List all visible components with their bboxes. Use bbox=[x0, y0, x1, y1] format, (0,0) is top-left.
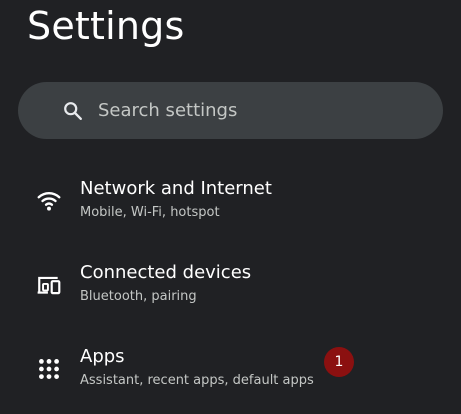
connected-devices-icon bbox=[37, 276, 61, 295]
settings-item-connected-devices[interactable]: Connected devices Bluetooth, pairing bbox=[0, 249, 461, 325]
settings-item-title: Connected devices bbox=[80, 262, 252, 283]
search-icon bbox=[64, 102, 82, 120]
settings-item-subtitle: Assistant, recent apps, default apps bbox=[80, 373, 314, 388]
settings-item-title: Apps bbox=[80, 346, 125, 367]
settings-item-network-and-internet[interactable]: Network and Internet Mobile, Wi-Fi, hots… bbox=[0, 165, 461, 241]
page-title: Settings bbox=[27, 4, 185, 48]
settings-item-apps[interactable]: Apps Assistant, recent apps, default app… bbox=[0, 333, 461, 409]
search-bar[interactable]: Search settings bbox=[18, 82, 443, 139]
apps-grid-icon bbox=[39, 359, 59, 379]
wifi-icon bbox=[37, 191, 61, 211]
search-placeholder: Search settings bbox=[98, 100, 238, 121]
notification-badge: 1 bbox=[324, 347, 354, 377]
settings-item-title: Network and Internet bbox=[80, 178, 272, 199]
settings-item-subtitle: Mobile, Wi-Fi, hotspot bbox=[80, 205, 220, 220]
settings-item-subtitle: Bluetooth, pairing bbox=[80, 289, 197, 304]
